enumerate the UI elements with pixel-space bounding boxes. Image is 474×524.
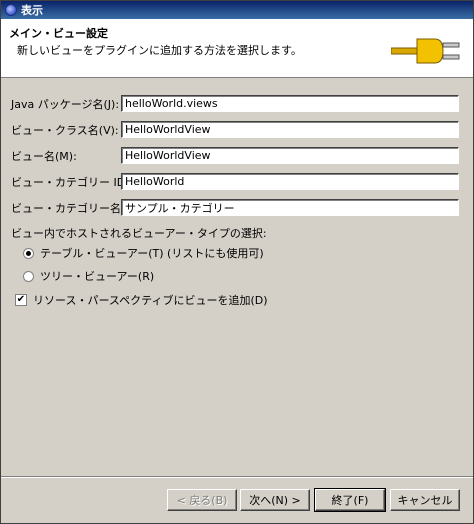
tree-viewer-label: ツリー・ビューアー(R) [40,270,155,283]
eclipse-icon [5,4,17,16]
wizard-banner: メイン・ビュー設定 新しいビューをプラグインに追加する方法を選択します。 [1,19,473,78]
package-input[interactable] [121,95,459,112]
class-name-row: ビュー・クラス名(V): [11,121,119,139]
class-name-input[interactable] [121,121,459,138]
package-row: Java パッケージ名(J): [11,95,119,113]
class-name-label: ビュー・クラス名(V): [11,124,119,137]
finish-button[interactable]: 終了(F) [314,488,386,512]
tree-viewer-option[interactable]: ツリー・ビューアー(R) [23,268,154,284]
back-button[interactable]: < 戻る(B) [167,489,237,511]
category-id-row: ビュー・カテゴリー ID(C): [11,173,146,191]
tree-viewer-radio[interactable] [23,270,34,282]
dialog-window: 表示 メイン・ビュー設定 新しいビューをプラグインに追加する方法を選択します。 … [0,0,474,524]
category-name-input[interactable] [121,199,459,216]
package-label: Java パッケージ名(J): [11,98,120,111]
plug-icon [391,38,460,64]
add-to-perspective-checkbox[interactable]: ✔ [15,294,27,306]
button-separator [1,476,473,478]
add-to-perspective-option[interactable]: ✔ リソース・パースペクティブにビューを追加(D) [15,292,268,308]
window-title: 表示 [21,4,43,17]
table-viewer-label: テーブル・ビューアー(T) (リストにも使用可) [40,247,264,260]
view-name-label: ビュー名(M): [11,150,77,163]
view-name-input[interactable] [121,147,459,164]
next-button[interactable]: 次へ(N) > [240,489,310,511]
cancel-button[interactable]: キャンセル [390,489,460,511]
category-name-row: ビュー・カテゴリー名(I): [11,199,137,217]
view-name-row: ビュー名(M): [11,147,119,165]
category-id-label: ビュー・カテゴリー ID(C): [11,176,146,189]
table-viewer-radio[interactable] [23,247,34,259]
page-title: メイン・ビュー設定 [9,27,108,40]
table-viewer-option[interactable]: テーブル・ビューアー(T) (リストにも使用可) [23,245,264,261]
category-name-label: ビュー・カテゴリー名(I): [11,202,137,215]
category-id-input[interactable] [121,173,459,190]
title-bar[interactable]: 表示 [1,1,473,19]
page-description: 新しいビューをプラグインに追加する方法を選択します。 [17,44,302,57]
add-to-perspective-label: リソース・パースペクティブにビューを追加(D) [33,294,268,307]
viewer-type-label: ビュー内でホストされるビューアー・タイプの選択: [11,227,267,240]
